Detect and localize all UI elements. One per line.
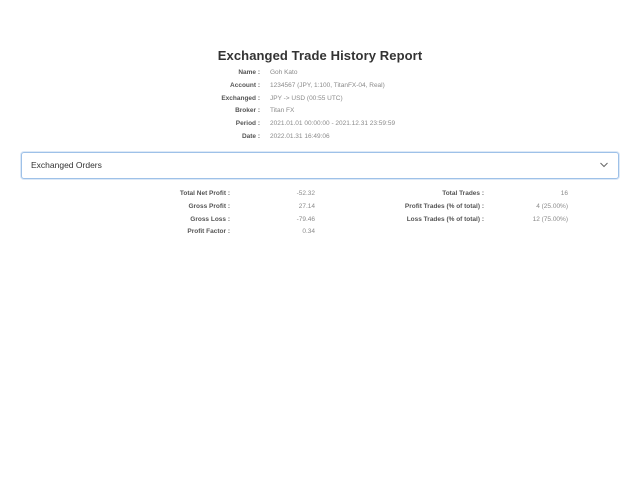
chevron-down-icon	[600, 162, 608, 168]
stat-value: 16	[560, 190, 568, 197]
meta-value-name: Goh Kato	[270, 69, 298, 76]
meta-value-account: 1234567 (JPY, 1:100, TitanFX-04, Real)	[270, 81, 385, 89]
stat-row-total-trades: Total Trades : 16	[0, 188, 640, 201]
stat-label: Profit Factor :	[187, 228, 230, 236]
stat-value: 0.34	[302, 228, 315, 236]
stat-value: 12 (75.00%)	[532, 215, 568, 223]
meta-row-period: Period : 2021.01.01 00:00:00 - 2021.12.3…	[0, 118, 640, 131]
meta-row-date: Date : 2022.01.31 16:49:06	[0, 131, 640, 144]
report-page: Exchanged Trade History Report Name : Go…	[0, 0, 640, 480]
meta-row-name: Name : Goh Kato	[0, 67, 640, 80]
stat-row-profit-trades: Profit Trades (% of total) : 4 (25.00%)	[0, 201, 640, 214]
stat-label: Profit Trades (% of total) :	[404, 202, 484, 210]
stat-label: Total Trades :	[442, 190, 484, 197]
meta-label-period: Period :	[235, 120, 260, 128]
meta-label-broker: Broker :	[235, 107, 260, 115]
exchanged-orders-label: Exchanged Orders	[31, 160, 102, 170]
stat-value: 4 (25.00%)	[536, 202, 568, 210]
stat-label: Loss Trades (% of total) :	[406, 215, 484, 223]
meta-value-exchanged: JPY -> USD (00:55 UTC)	[270, 94, 343, 102]
stat-row-loss-trades: Loss Trades (% of total) : 12 (75.00%)	[0, 214, 640, 227]
meta-label-account: Account :	[230, 81, 260, 89]
meta-row-exchanged: Exchanged : JPY -> USD (00:55 UTC)	[0, 93, 640, 106]
page-title: Exchanged Trade History Report	[217, 48, 423, 63]
meta-value-broker: Titan FX	[270, 107, 295, 115]
meta-row-broker: Broker : Titan FX	[0, 105, 640, 118]
exchanged-orders-dropdown[interactable]: Exchanged Orders	[21, 152, 619, 179]
meta-row-account: Account : 1234567 (JPY, 1:100, TitanFX-0…	[0, 80, 640, 93]
meta-value-period: 2021.01.01 00:00:00 - 2021.12.31 23:59:5…	[270, 120, 396, 128]
meta-label-date: Date :	[241, 132, 260, 140]
meta-label-exchanged: Exchanged :	[221, 94, 260, 102]
report-meta: Name : Goh Kato Account : 1234567 (JPY, …	[0, 67, 640, 144]
stat-row-profit-factor: Profit Factor : 0.34	[0, 226, 640, 239]
meta-value-date: 2022.01.31 16:49:06	[270, 132, 330, 140]
meta-label-name: Name :	[238, 69, 260, 76]
